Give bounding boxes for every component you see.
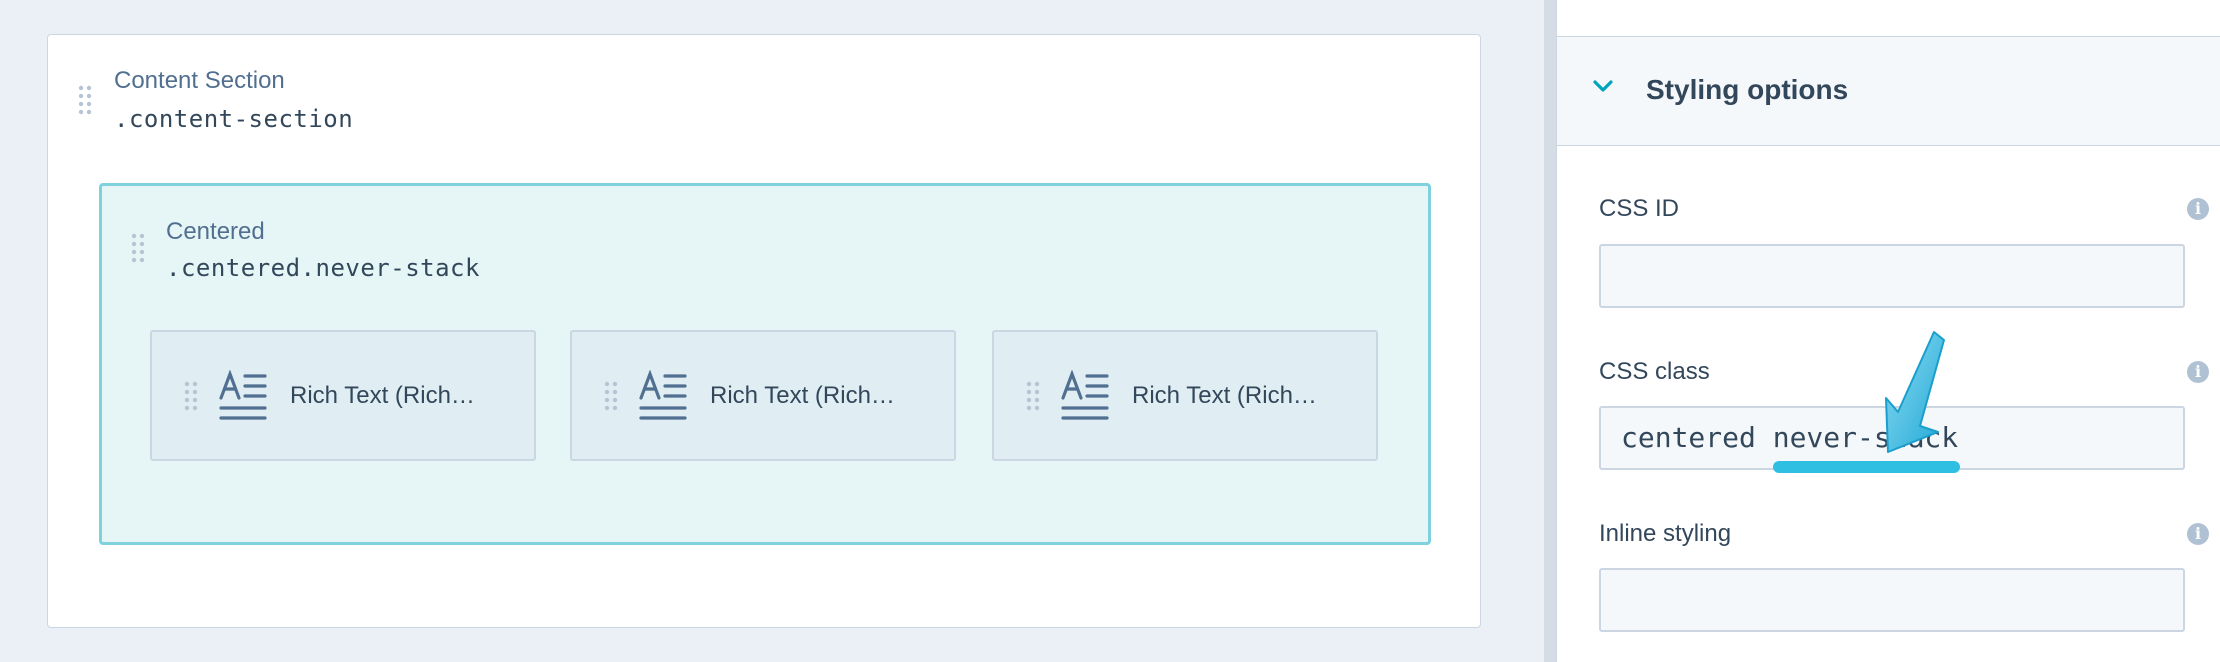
content-section[interactable]: Content Section .content-section Centere… (47, 34, 1481, 628)
drag-handle-icon[interactable] (78, 85, 92, 115)
info-icon[interactable]: i (2187, 361, 2209, 383)
css-class-label: CSS class (1599, 358, 1710, 385)
panel-top-bar (1557, 0, 2220, 37)
rich-text-module[interactable]: Rich Text (Rich… (150, 330, 536, 461)
module-label: Rich Text (Rich… (710, 382, 895, 409)
rich-text-module[interactable]: Rich Text (Rich… (570, 330, 956, 461)
drag-handle-icon[interactable] (604, 381, 618, 411)
centered-row[interactable]: Centered .centered.never-stack Rich Text… (99, 183, 1431, 545)
module-label: Rich Text (Rich… (290, 382, 475, 409)
section-class-name: .content-section (114, 105, 354, 133)
chevron-down-icon[interactable] (1592, 79, 1614, 98)
section-title: Content Section (114, 67, 285, 94)
drag-handle-icon[interactable] (1026, 381, 1040, 411)
rich-text-icon (219, 369, 267, 427)
module-label: Rich Text (Rich… (1132, 382, 1317, 409)
inline-styling-label: Inline styling (1599, 520, 1732, 547)
panel-title: Styling options (1646, 74, 1849, 105)
row-title: Centered (166, 218, 265, 245)
info-icon[interactable]: i (2187, 523, 2209, 545)
css-id-label: CSS ID (1599, 195, 1680, 222)
styling-options-header[interactable]: Styling options (1557, 37, 2220, 146)
row-class-name: .centered.never-stack (166, 254, 480, 282)
drag-handle-icon[interactable] (184, 381, 198, 411)
rich-text-module[interactable]: Rich Text (Rich… (992, 330, 1378, 461)
annotation-arrow-icon (1880, 328, 1960, 463)
info-icon[interactable]: i (2187, 198, 2209, 220)
inline-styling-input[interactable] (1599, 568, 2185, 632)
panel-resize-divider[interactable] (1544, 0, 1556, 662)
rich-text-icon (1061, 369, 1109, 427)
editor-canvas: Content Section .content-section Centere… (0, 0, 1544, 662)
css-id-input[interactable] (1599, 244, 2185, 308)
drag-handle-icon[interactable] (131, 233, 145, 263)
rich-text-icon (639, 369, 687, 427)
